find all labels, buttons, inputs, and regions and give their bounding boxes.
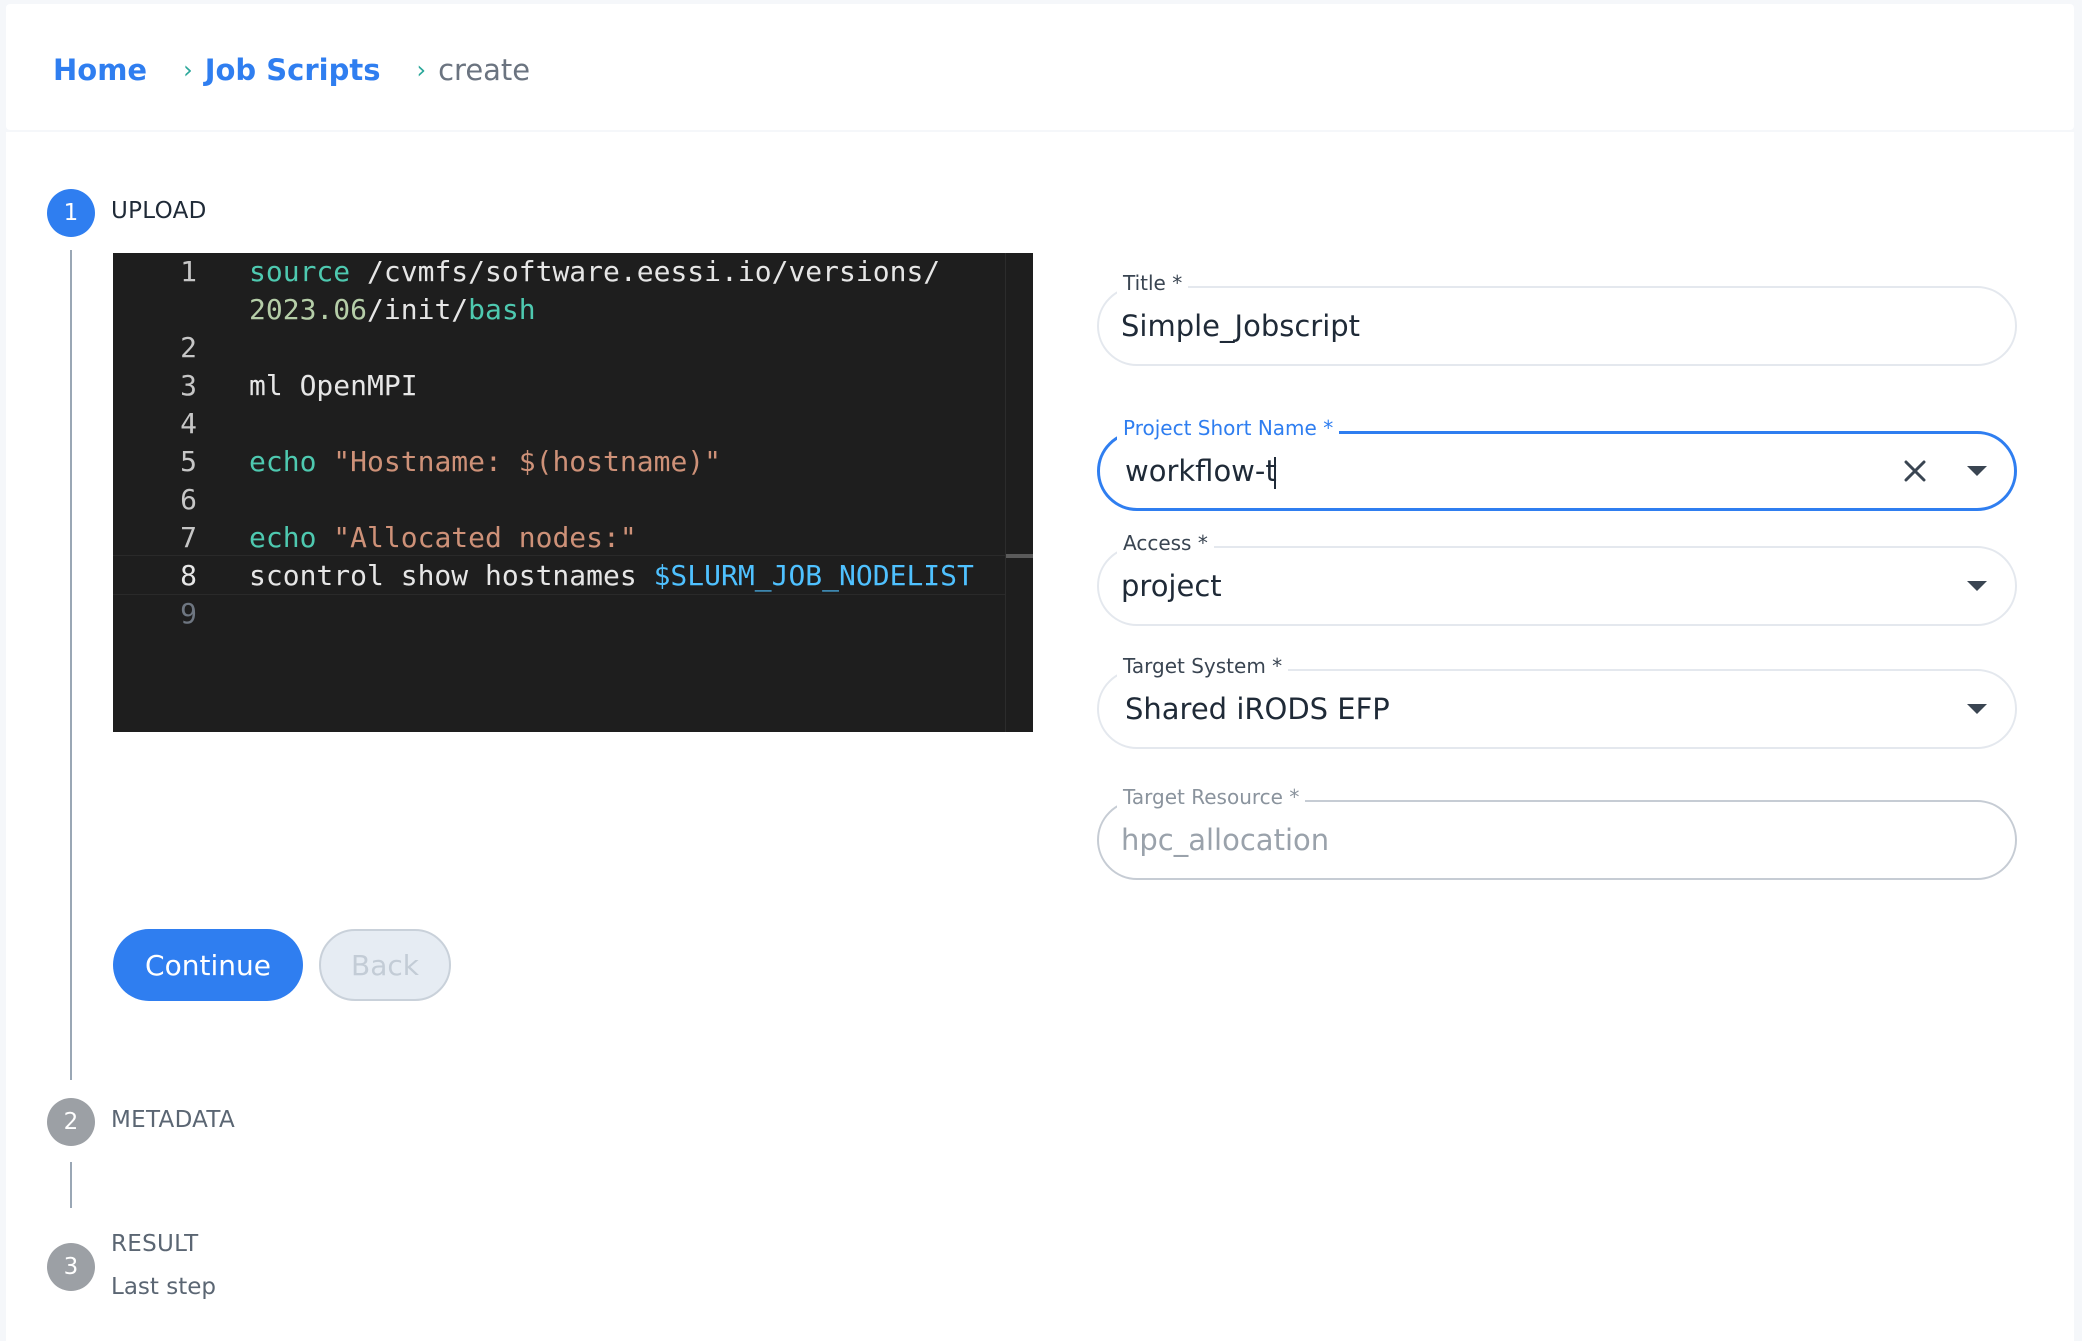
line-number: 4 bbox=[180, 407, 197, 440]
chevron-down-icon[interactable] bbox=[1967, 704, 1987, 714]
title-input[interactable]: Simple_Jobscript bbox=[1121, 286, 1360, 366]
code-text: echo "Allocated nodes:" bbox=[249, 521, 637, 554]
access-field[interactable]: Access * project bbox=[1097, 530, 2017, 626]
step-3-label: RESULT bbox=[111, 1231, 199, 1257]
chevron-down-icon[interactable] bbox=[1967, 466, 1987, 476]
line-number: 5 bbox=[180, 445, 197, 478]
target-resource-input: hpc_allocation bbox=[1121, 823, 1330, 857]
breadcrumb-job-scripts-link[interactable]: Job Scripts bbox=[205, 53, 381, 87]
continue-button[interactable]: Continue bbox=[113, 929, 303, 1001]
project-short-name-input[interactable]: workflow-t bbox=[1125, 431, 1277, 511]
code-text: source /cvmfs/software.eessi.io/versions… bbox=[249, 255, 941, 288]
step-connector bbox=[70, 250, 72, 1080]
project-short-name-field[interactable]: Project Short Name * workflow-t bbox=[1097, 415, 2017, 511]
breadcrumb-current: create bbox=[438, 53, 531, 87]
line-number: 6 bbox=[180, 483, 197, 516]
line-number: 8 bbox=[180, 559, 197, 592]
access-field-outline bbox=[1097, 546, 2017, 626]
back-button: Back bbox=[319, 929, 451, 1001]
code-text: 2023.06/init/bash bbox=[249, 293, 536, 326]
close-icon[interactable] bbox=[1899, 455, 1931, 487]
step-2-label: METADATA bbox=[111, 1107, 236, 1133]
target-resource-field: Target Resource * hpc_allocation bbox=[1097, 784, 2017, 880]
chevron-down-icon[interactable] bbox=[1967, 581, 1987, 591]
step-3-indicator: 3 bbox=[47, 1243, 95, 1291]
step-2-indicator: 2 bbox=[47, 1098, 95, 1146]
code-text: ml OpenMPI bbox=[249, 369, 418, 402]
line-number: 3 bbox=[180, 369, 197, 402]
text-caret bbox=[1273, 457, 1276, 489]
breadcrumb-separator: › bbox=[416, 56, 427, 84]
breadcrumb-card: Home › Job Scripts › create bbox=[6, 4, 2074, 130]
line-number: 9 bbox=[180, 597, 197, 630]
code-text: echo "Hostname: $(hostname)" bbox=[249, 445, 722, 478]
step-1-label: UPLOAD bbox=[111, 198, 207, 224]
code-editor[interactable]: 1 source /cvmfs/software.eessi.io/versio… bbox=[113, 253, 1033, 732]
target-system-field[interactable]: Target System * Shared iRODS EFP bbox=[1097, 653, 2017, 749]
breadcrumb-separator: › bbox=[183, 56, 193, 84]
line-number: 1 bbox=[180, 255, 197, 288]
line-number: 2 bbox=[180, 331, 197, 364]
editor-scrollbar[interactable] bbox=[1005, 253, 1033, 732]
breadcrumb: Home › Job Scripts › create bbox=[53, 48, 530, 92]
breadcrumb-home-link[interactable]: Home bbox=[53, 53, 147, 87]
code-text: scontrol show hostnames $SLURM_JOB_NODEL… bbox=[249, 559, 974, 592]
step-3-subtitle: Last step bbox=[111, 1274, 216, 1300]
step-connector bbox=[70, 1162, 72, 1208]
target-system-select[interactable]: Shared iRODS EFP bbox=[1125, 669, 1390, 749]
step-1-indicator: 1 bbox=[47, 189, 95, 237]
editor-overview-marker bbox=[1006, 554, 1033, 558]
access-select[interactable]: project bbox=[1121, 546, 1222, 626]
title-field[interactable]: Title * Simple_Jobscript bbox=[1097, 270, 2017, 366]
line-number: 7 bbox=[180, 521, 197, 554]
